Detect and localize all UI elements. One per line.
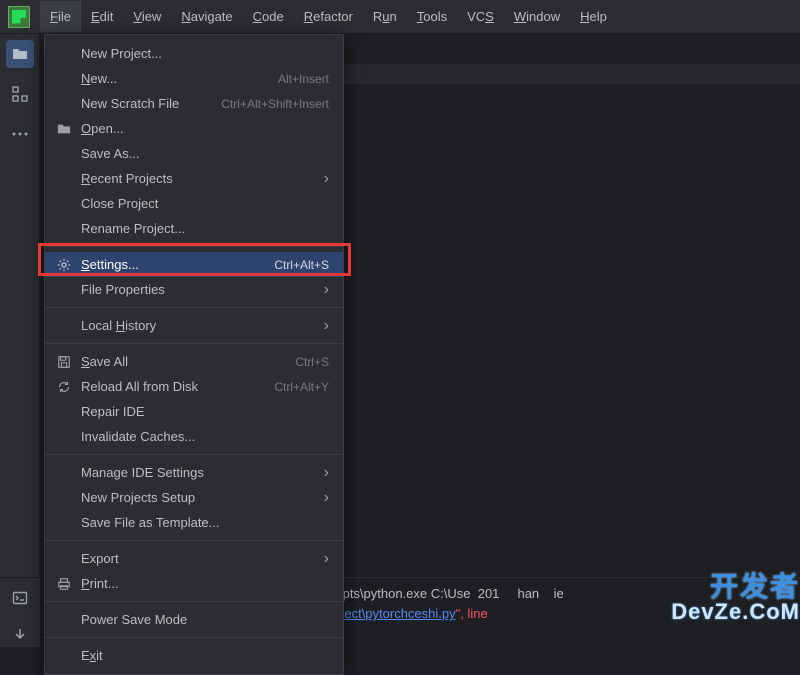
menu-navigate[interactable]: Navigate bbox=[171, 1, 242, 32]
menu-edit[interactable]: Edit bbox=[81, 1, 123, 32]
menu-item-repair-ide[interactable]: Repair IDE bbox=[45, 399, 343, 424]
menu-tools[interactable]: Tools bbox=[407, 1, 457, 32]
menu-item-manage-ide-settings[interactable]: Manage IDE Settings bbox=[45, 460, 343, 485]
print-icon bbox=[55, 577, 73, 591]
menu-item-power-save-mode[interactable]: Power Save Mode bbox=[45, 607, 343, 632]
menu-item-settings[interactable]: Settings...Ctrl+Alt+S bbox=[45, 252, 343, 277]
menu-item-label: Save File as Template... bbox=[81, 515, 329, 530]
menu-item-rename-project[interactable]: Rename Project... bbox=[45, 216, 343, 241]
menu-item-new-project[interactable]: New Project... bbox=[45, 41, 343, 66]
menu-item-label: Save As... bbox=[81, 146, 329, 161]
menu-item-file-properties[interactable]: File Properties bbox=[45, 277, 343, 302]
menu-view[interactable]: View bbox=[123, 1, 171, 32]
menu-separator bbox=[45, 307, 343, 308]
menu-item-label: Print... bbox=[81, 576, 329, 591]
menu-item-label: Exit bbox=[81, 648, 329, 663]
scroll-down-icon[interactable] bbox=[6, 626, 34, 641]
menu-item-label: Power Save Mode bbox=[81, 612, 329, 627]
menu-item-label: Save All bbox=[81, 354, 295, 369]
menu-item-label: New Project... bbox=[81, 46, 329, 61]
submenu-arrow-icon bbox=[324, 317, 329, 335]
menu-item-label: Close Project bbox=[81, 196, 329, 211]
left-tool-strip bbox=[0, 34, 40, 647]
project-tool-icon[interactable] bbox=[6, 40, 34, 68]
menu-window[interactable]: Window bbox=[504, 1, 570, 32]
menu-item-close-project[interactable]: Close Project bbox=[45, 191, 343, 216]
menu-refactor[interactable]: Refactor bbox=[294, 1, 363, 32]
menu-item-shortcut: Ctrl+Alt+Shift+Insert bbox=[221, 97, 329, 111]
top-menu-bar: FileEditViewNavigateCodeRefactorRunTools… bbox=[0, 0, 800, 34]
file-menu-dropdown: New Project...New...Alt+InsertNew Scratc… bbox=[44, 34, 344, 675]
menu-item-shortcut: Ctrl+Alt+S bbox=[274, 258, 329, 272]
menu-item-label: Open... bbox=[81, 121, 329, 136]
bottom-tool-strip bbox=[0, 577, 40, 647]
menu-item-label: File Properties bbox=[81, 282, 324, 297]
menu-separator bbox=[45, 454, 343, 455]
submenu-arrow-icon bbox=[324, 170, 329, 188]
structure-tool-icon[interactable] bbox=[6, 80, 34, 108]
menu-item-local-history[interactable]: Local History bbox=[45, 313, 343, 338]
menu-help[interactable]: Help bbox=[570, 1, 617, 32]
menu-code[interactable]: Code bbox=[243, 1, 294, 32]
menu-run[interactable]: Run bbox=[363, 1, 407, 32]
submenu-arrow-icon bbox=[324, 489, 329, 507]
menu-item-label: Local History bbox=[81, 318, 324, 333]
reload-icon bbox=[55, 380, 73, 394]
submenu-arrow-icon bbox=[324, 281, 329, 299]
menu-item-label: Manage IDE Settings bbox=[81, 465, 324, 480]
menu-separator bbox=[45, 601, 343, 602]
menu-item-label: New... bbox=[81, 71, 278, 86]
menu-item-label: New Scratch File bbox=[81, 96, 221, 111]
menu-item-label: Repair IDE bbox=[81, 404, 329, 419]
menu-separator bbox=[45, 540, 343, 541]
menu-item-label: Invalidate Caches... bbox=[81, 429, 329, 444]
save-icon bbox=[55, 355, 73, 369]
folder-icon bbox=[55, 122, 73, 136]
menu-item-new-scratch-file[interactable]: New Scratch FileCtrl+Alt+Shift+Insert bbox=[45, 91, 343, 116]
menu-vcs[interactable]: VCS bbox=[457, 1, 504, 32]
gear-icon bbox=[55, 258, 73, 272]
menu-item-new-projects-setup[interactable]: New Projects Setup bbox=[45, 485, 343, 510]
menu-item-save-as[interactable]: Save As... bbox=[45, 141, 343, 166]
menu-item-export[interactable]: Export bbox=[45, 546, 343, 571]
menu-item-shortcut: Ctrl+Alt+Y bbox=[274, 380, 329, 394]
menu-separator bbox=[45, 637, 343, 638]
more-tool-icon[interactable] bbox=[6, 120, 34, 148]
terminal-tool-icon[interactable] bbox=[6, 590, 34, 606]
menu-item-invalidate-caches[interactable]: Invalidate Caches... bbox=[45, 424, 343, 449]
menu-item-print[interactable]: Print... bbox=[45, 571, 343, 596]
menu-item-save-all[interactable]: Save AllCtrl+S bbox=[45, 349, 343, 374]
menu-item-label: Recent Projects bbox=[81, 171, 324, 186]
menu-item-label: New Projects Setup bbox=[81, 490, 324, 505]
submenu-arrow-icon bbox=[324, 464, 329, 482]
menu-item-label: Settings... bbox=[81, 257, 274, 272]
menu-separator bbox=[45, 246, 343, 247]
menu-item-label: Reload All from Disk bbox=[81, 379, 274, 394]
menu-item-recent-projects[interactable]: Recent Projects bbox=[45, 166, 343, 191]
menu-item-new[interactable]: New...Alt+Insert bbox=[45, 66, 343, 91]
menu-item-label: Rename Project... bbox=[81, 221, 329, 236]
menu-item-shortcut: Ctrl+S bbox=[295, 355, 329, 369]
menu-item-open[interactable]: Open... bbox=[45, 116, 343, 141]
menu-item-label: Export bbox=[81, 551, 324, 566]
submenu-arrow-icon bbox=[324, 550, 329, 568]
menu-item-save-file-as-template[interactable]: Save File as Template... bbox=[45, 510, 343, 535]
menu-item-reload-all-from-disk[interactable]: Reload All from DiskCtrl+Alt+Y bbox=[45, 374, 343, 399]
menu-file[interactable]: File bbox=[40, 1, 81, 32]
menu-separator bbox=[45, 343, 343, 344]
app-logo-icon bbox=[8, 6, 30, 28]
menu-item-shortcut: Alt+Insert bbox=[278, 72, 329, 86]
